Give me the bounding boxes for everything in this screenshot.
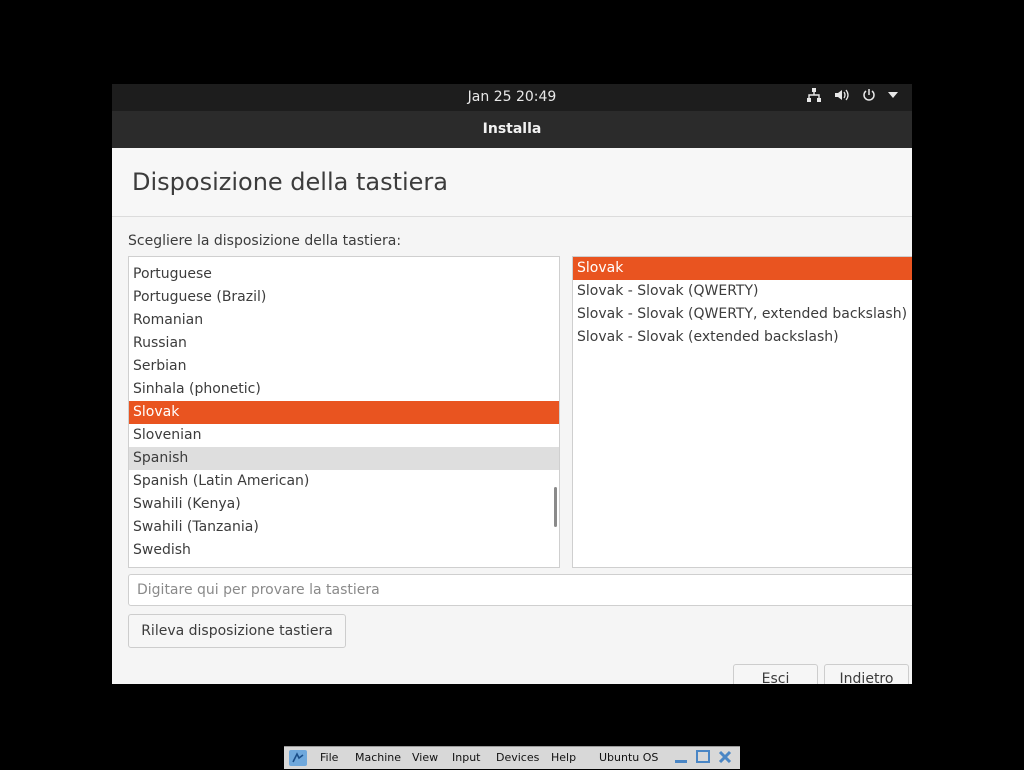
fullscreen-icon[interactable] xyxy=(696,749,710,768)
layout-prompt: Scegliere la disposizione della tastiera… xyxy=(128,233,402,249)
variant-list-item[interactable]: Slovak - Slovak (QWERTY, extended backsl… xyxy=(573,303,912,326)
vbox-menu-help[interactable]: Help xyxy=(551,751,576,764)
keyboard-layout-list[interactable]: Portuguese Portuguese (Brazil) Romanian Rus… xyxy=(128,256,560,568)
keyboard-layout-items: Portuguese Portuguese (Brazil) Romanian Rus… xyxy=(129,263,559,562)
layout-list-item[interactable]: Swahili (Tanzania) xyxy=(129,516,559,539)
power-icon[interactable] xyxy=(862,88,876,102)
layout-list-item[interactable]: Spanish xyxy=(129,447,559,470)
vbox-menu-input[interactable]: Input xyxy=(452,751,480,764)
layout-list-item[interactable]: Portuguese xyxy=(129,263,559,286)
virtualbox-menu-icon[interactable] xyxy=(288,749,308,767)
keyboard-variant-list[interactable]: Slovak Slovak - Slovak (QWERTY) Slovak - S… xyxy=(572,256,912,568)
layout-list-scrollbar[interactable] xyxy=(554,487,557,527)
variant-list-item[interactable]: Slovak xyxy=(573,257,912,280)
installer-content: Disposizione della tastiera Scegliere la… xyxy=(112,148,912,684)
close-icon[interactable] xyxy=(718,749,732,768)
layout-list-item[interactable]: Portuguese (Brazil) xyxy=(129,286,559,309)
top-bar: Jan 25 20:49 xyxy=(112,84,912,111)
layout-list-item[interactable]: Serbian xyxy=(129,355,559,378)
layout-list-item[interactable]: Slovak xyxy=(129,401,559,424)
layout-list-item[interactable]: Russian xyxy=(129,332,559,355)
clock[interactable]: Jan 25 20:49 xyxy=(112,89,912,105)
window-titlebar: Installa xyxy=(112,111,912,148)
back-button[interactable]: Indietro xyxy=(824,664,909,684)
network-icon[interactable] xyxy=(806,88,822,102)
minimize-icon[interactable] xyxy=(674,749,688,768)
virtualbox-menu-bar: File Machine View Input Devices Help Ubu… xyxy=(284,746,740,769)
page-title: Disposizione della tastiera xyxy=(132,168,449,196)
vbox-menu-file[interactable]: File xyxy=(320,751,338,764)
keyboard-variant-items: Slovak Slovak - Slovak (QWERTY) Slovak - S… xyxy=(573,257,912,349)
keyboard-test-input[interactable] xyxy=(128,574,912,606)
variant-list-item[interactable]: Slovak - Slovak (extended backslash) xyxy=(573,326,912,349)
dropdown-arrow-icon[interactable] xyxy=(888,91,898,99)
quit-button[interactable]: Esci xyxy=(733,664,818,684)
vbox-menu-view[interactable]: View xyxy=(412,751,438,764)
vbox-window-controls xyxy=(674,749,732,768)
vbox-menu-devices[interactable]: Devices xyxy=(496,751,539,764)
layout-list-item[interactable]: Romanian xyxy=(129,309,559,332)
layout-list-item[interactable]: Swedish xyxy=(129,539,559,562)
page-header: Disposizione della tastiera xyxy=(112,148,912,217)
volume-icon[interactable] xyxy=(834,88,850,102)
vbox-menu-machine[interactable]: Machine xyxy=(355,751,401,764)
vm-name: Ubuntu OS xyxy=(599,751,659,764)
detect-layout-button[interactable]: Rileva disposizione tastiera xyxy=(128,614,346,648)
layout-list-item[interactable]: Slovenian xyxy=(129,424,559,447)
variant-list-item[interactable]: Slovak - Slovak (QWERTY) xyxy=(573,280,912,303)
layout-list-item[interactable]: Swahili (Kenya) xyxy=(129,493,559,516)
layout-list-item[interactable]: Spanish (Latin American) xyxy=(129,470,559,493)
system-tray[interactable] xyxy=(806,88,898,102)
layout-list-item[interactable]: Sinhala (phonetic) xyxy=(129,378,559,401)
